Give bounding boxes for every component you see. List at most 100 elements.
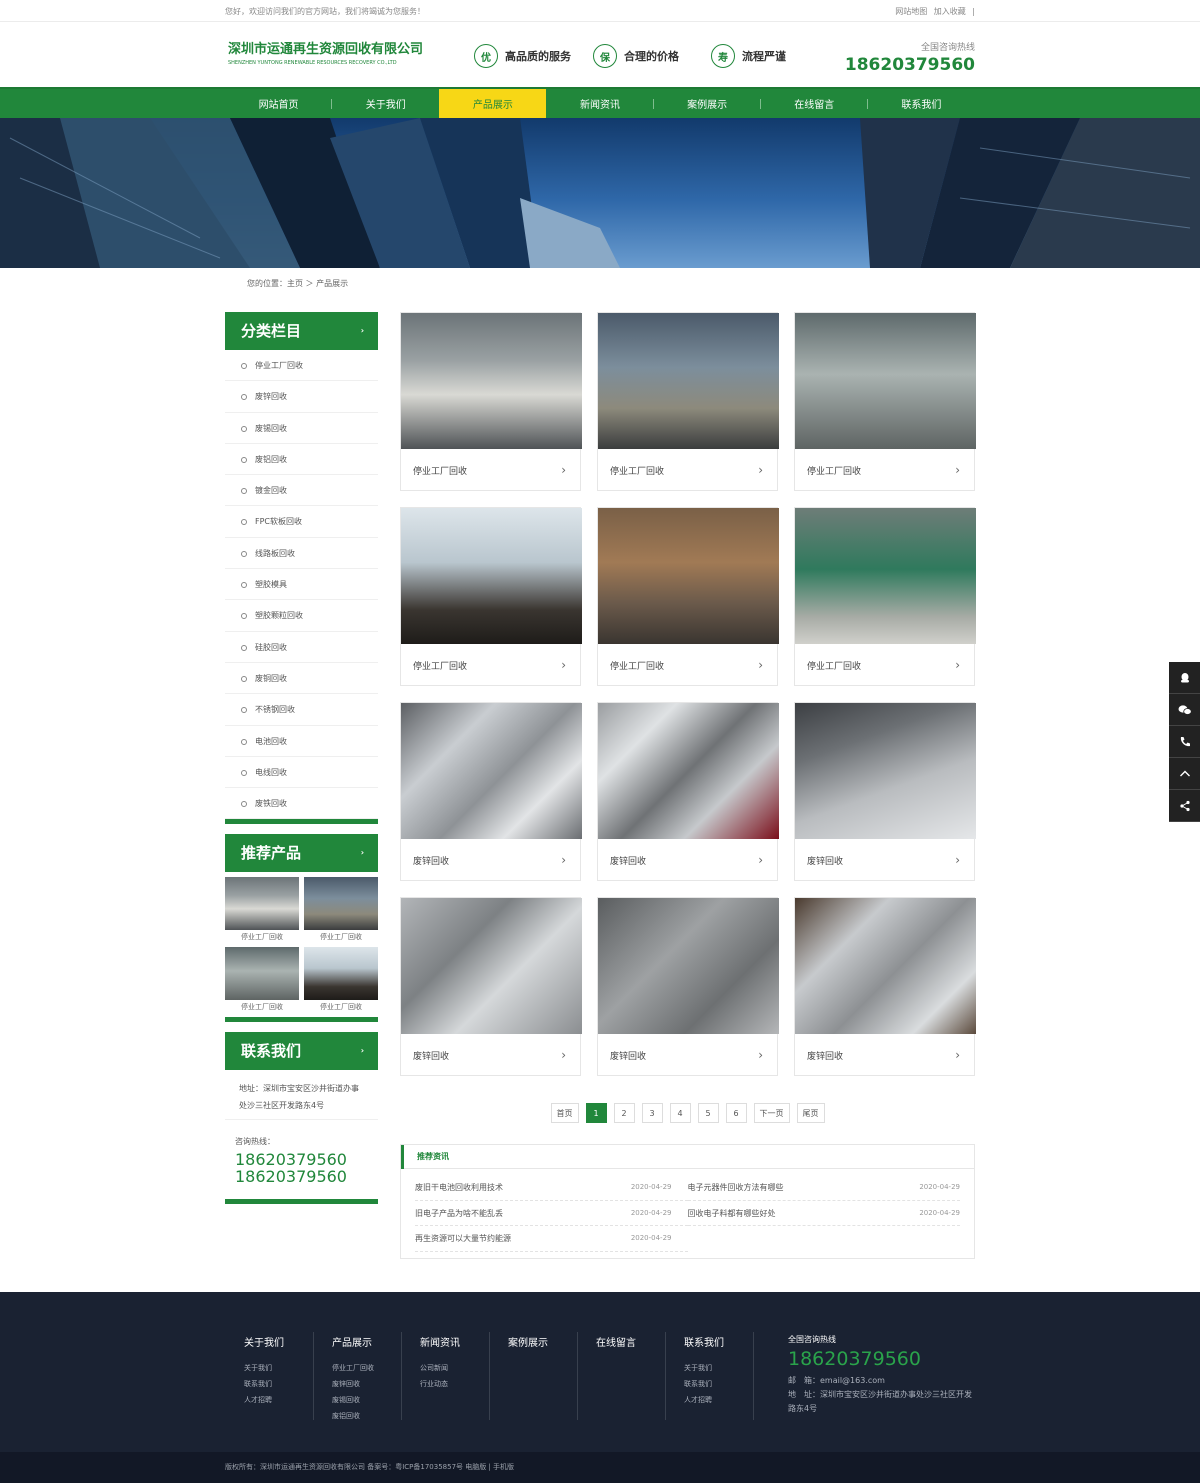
footer-link[interactable]: 废锌回收 <box>332 1376 374 1392</box>
logo[interactable]: 深圳市运通再生资源回收有限公司 SHENZHEN YUNTONG RENEWAB… <box>228 38 423 66</box>
product-card[interactable]: 停业工厂回收 › <box>794 507 976 686</box>
product-label[interactable]: 停业工厂回收 <box>413 464 467 477</box>
product-card[interactable]: 废锌回收 › <box>597 897 779 1076</box>
product-label-row[interactable]: 停业工厂回收 › <box>795 644 974 686</box>
recommend-caption[interactable]: 停业工厂回收 <box>304 930 378 945</box>
sidebar-category-item[interactable]: 塑胶颗粒回收 <box>225 600 378 632</box>
product-card[interactable]: 停业工厂回收 › <box>400 507 582 686</box>
recommend-thumbnail[interactable] <box>304 877 378 931</box>
nav-item[interactable]: 在线留言 <box>761 89 868 118</box>
product-card[interactable]: 废锌回收 › <box>794 897 976 1076</box>
sidebar-category-item[interactable]: 线路板回收 <box>225 538 378 570</box>
product-card[interactable]: 停业工厂回收 › <box>597 312 779 491</box>
product-label[interactable]: 停业工厂回收 <box>413 659 467 672</box>
product-image[interactable] <box>795 898 976 1034</box>
hotline-number[interactable]: 18620379560 <box>845 55 975 75</box>
product-image[interactable] <box>401 898 582 1034</box>
news-item[interactable]: 废旧干电池回收利用技术 2020-04-29 <box>415 1175 688 1201</box>
page-button[interactable]: 3 <box>641 1103 663 1123</box>
nav-item[interactable]: 关于我们 <box>332 89 439 118</box>
footer-link[interactable]: 废锡回收 <box>332 1392 374 1408</box>
product-label[interactable]: 停业工厂回收 <box>610 659 664 672</box>
product-card[interactable]: 停业工厂回收 › <box>794 312 976 491</box>
product-image[interactable] <box>598 313 779 449</box>
product-image[interactable] <box>401 703 582 839</box>
product-label[interactable]: 停业工厂回收 <box>807 659 861 672</box>
product-card[interactable]: 废锌回收 › <box>597 702 779 881</box>
product-label[interactable]: 废锌回收 <box>610 1049 646 1062</box>
sidebar-category-item[interactable]: 塑胶模具 <box>225 569 378 601</box>
product-label-row[interactable]: 废锌回收 › <box>598 839 777 881</box>
product-image[interactable] <box>598 703 779 839</box>
footer-hotline-number[interactable]: 18620379560 <box>788 1348 978 1370</box>
news-item[interactable]: 再生资源可以大量节约能源 2020-04-29 <box>415 1226 688 1252</box>
footer-link[interactable]: 联系我们 <box>244 1376 284 1392</box>
phone-icon[interactable] <box>1169 726 1200 758</box>
product-label-row[interactable]: 停业工厂回收 › <box>795 449 974 491</box>
recommend-thumbnail[interactable] <box>225 947 299 1001</box>
sidebar-category-item[interactable]: 废铁回收 <box>225 788 378 820</box>
sitemap-link[interactable]: 网站地图 <box>895 7 927 16</box>
footer-column-title[interactable]: 新闻资讯 <box>420 1334 460 1349</box>
news-item-title[interactable]: 旧电子产品为啥不能乱丢 <box>415 1201 503 1226</box>
sidebar-category-item[interactable]: FPC软板回收 <box>225 506 378 538</box>
page-button[interactable]: 尾页 <box>796 1103 825 1123</box>
product-label-row[interactable]: 废锌回收 › <box>598 1034 777 1076</box>
product-image[interactable] <box>401 313 582 449</box>
page-button[interactable]: 1 <box>585 1103 607 1123</box>
footer-link[interactable]: 关于我们 <box>244 1360 284 1376</box>
sidebar-category-item[interactable]: 停业工厂回收 <box>225 350 378 382</box>
nav-item[interactable]: 案例展示 <box>654 89 761 118</box>
news-item-title[interactable]: 废旧干电池回收利用技术 <box>415 1175 503 1200</box>
news-item[interactable]: 电子元器件回收方法有哪些 2020-04-29 <box>687 1175 960 1201</box>
footer-column-title[interactable]: 产品展示 <box>332 1334 374 1349</box>
footer-link[interactable]: 人才招聘 <box>244 1392 284 1408</box>
sidebar-category-item[interactable]: 废锌回收 <box>225 381 378 413</box>
recommend-thumbnail[interactable] <box>225 877 299 931</box>
product-card[interactable]: 废锌回收 › <box>400 702 582 881</box>
news-item-title[interactable]: 回收电子料都有哪些好处 <box>688 1201 776 1226</box>
page-button[interactable]: 首页 <box>550 1103 579 1123</box>
product-card[interactable]: 废锌回收 › <box>794 702 976 881</box>
footer-link[interactable]: 行业动态 <box>420 1376 460 1392</box>
product-label[interactable]: 停业工厂回收 <box>610 464 664 477</box>
footer-link[interactable]: 关于我们 <box>684 1360 724 1376</box>
recommend-thumbnail[interactable] <box>304 947 378 1001</box>
recommend-item[interactable]: 停业工厂回收 <box>304 947 378 1015</box>
product-image[interactable] <box>795 508 976 644</box>
page-button[interactable]: 下一页 <box>753 1103 790 1123</box>
favorite-link[interactable]: 加入收藏 <box>934 7 966 16</box>
sidebar-category-item[interactable]: 镀金回收 <box>225 475 378 507</box>
product-image[interactable] <box>598 898 779 1034</box>
footer-column-title[interactable]: 案例展示 <box>508 1334 548 1349</box>
sidebar-category-item[interactable]: 废锡回收 <box>225 413 378 444</box>
footer-column-title[interactable]: 在线留言 <box>596 1334 636 1349</box>
nav-item[interactable]: 产品展示 <box>439 89 547 118</box>
breadcrumb-text[interactable]: 您的位置：主页 ＞ 产品展示 <box>225 268 975 300</box>
footer-link[interactable]: 废铝回收 <box>332 1408 374 1424</box>
share-icon[interactable] <box>1169 790 1200 822</box>
recommend-item[interactable]: 停业工厂回收 <box>225 877 299 945</box>
product-label-row[interactable]: 废锌回收 › <box>401 839 580 881</box>
page-button[interactable]: 5 <box>697 1103 719 1123</box>
recommend-caption[interactable]: 停业工厂回收 <box>225 930 299 945</box>
recommend-caption[interactable]: 停业工厂回收 <box>225 1000 299 1015</box>
footer-link[interactable]: 人才招聘 <box>684 1392 724 1408</box>
product-image[interactable] <box>598 508 779 644</box>
product-label-row[interactable]: 停业工厂回收 › <box>598 449 777 491</box>
product-label[interactable]: 废锌回收 <box>413 854 449 867</box>
product-label[interactable]: 废锌回收 <box>807 854 843 867</box>
footer-link[interactable]: 联系我们 <box>684 1376 724 1392</box>
product-label-row[interactable]: 停业工厂回收 › <box>401 449 580 491</box>
nav-item[interactable]: 新闻资讯 <box>546 89 654 118</box>
footer-link[interactable]: 公司新闻 <box>420 1360 460 1376</box>
back-to-top-icon[interactable] <box>1169 758 1200 790</box>
sidebar-category-item[interactable]: 废铜回收 <box>225 663 378 695</box>
product-label-row[interactable]: 停业工厂回收 › <box>401 644 580 686</box>
product-image[interactable] <box>795 313 976 449</box>
sidebar-category-item[interactable]: 电线回收 <box>225 757 378 789</box>
sidebar-category-item[interactable]: 硅胶回收 <box>225 632 378 663</box>
product-label-row[interactable]: 废锌回收 › <box>795 1034 974 1076</box>
footer-column-title[interactable]: 联系我们 <box>684 1334 724 1349</box>
product-card[interactable]: 停业工厂回收 › <box>400 312 582 491</box>
